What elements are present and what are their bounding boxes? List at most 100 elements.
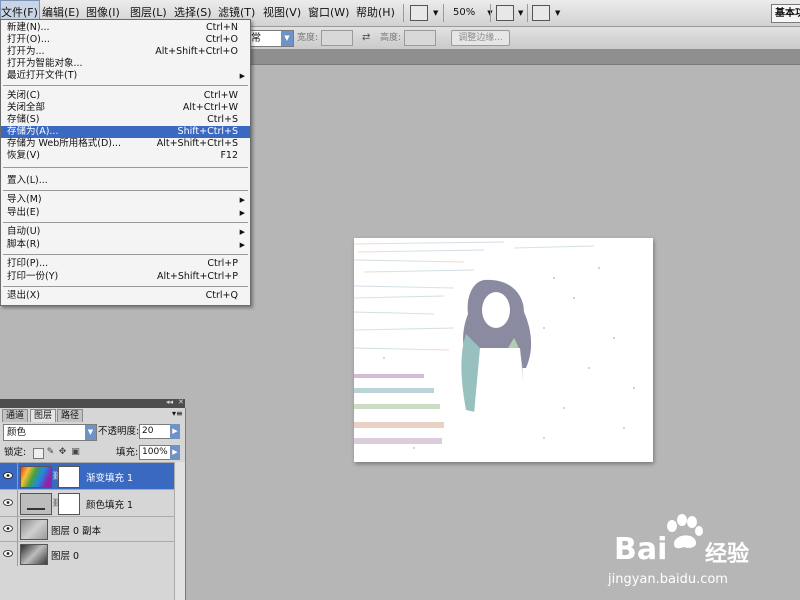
menu-item-print[interactable]: 打印(P)... Ctrl+P — [1, 258, 250, 270]
watermark-url: jingyan.baidu.com — [608, 572, 728, 587]
zoom-level[interactable]: 50%▼ — [453, 0, 493, 26]
menubar-separator — [403, 4, 404, 22]
document-canvas[interactable] — [354, 238, 653, 462]
arrange-documents-icon[interactable] — [496, 5, 514, 21]
visibility-toggle[interactable] — [0, 517, 18, 541]
visibility-toggle[interactable] — [0, 542, 18, 566]
height-label: 高度: — [380, 33, 402, 43]
panel-menu-icon[interactable]: ▾≡ — [172, 409, 183, 418]
menu-item-print-one-copy[interactable]: 打印一份(Y) Alt+Shift+Ctrl+P — [1, 271, 250, 283]
menu-item-exit[interactable]: 退出(X) Ctrl+Q — [1, 290, 250, 302]
eye-icon — [3, 525, 13, 532]
menubar-separator — [490, 4, 491, 22]
fill-label: 填充: — [116, 447, 139, 458]
lock-transparent-icon[interactable] — [33, 448, 44, 459]
close-icon[interactable]: ✕ — [178, 398, 184, 406]
lock-label: 锁定: — [4, 447, 27, 458]
chevron-down-icon[interactable]: ▼ — [433, 9, 438, 17]
layer-name: 渐变填充 1 — [86, 473, 134, 484]
menu-item-import[interactable]: 导入(M) ▶ — [1, 194, 250, 206]
menu-separator — [3, 222, 248, 223]
screen-mode-icon[interactable] — [532, 5, 550, 21]
menu-item-save-as[interactable]: 存储为(A)... Shift+Ctrl+S — [1, 126, 250, 138]
menu-item-open[interactable]: 打开(O)... Ctrl+O — [1, 34, 250, 46]
layer-name: 颜色填充 1 — [86, 500, 134, 511]
chevron-down-icon: ▼ — [281, 31, 293, 46]
lock-all-icon[interactable]: ▣ — [71, 448, 80, 457]
menu-item-new[interactable]: 新建(N)... Ctrl+N — [1, 22, 250, 34]
baidu-jingyan-watermark: Bai 经验 jingyan.baidu.com — [606, 514, 796, 598]
refine-edge-button[interactable]: 调整边缘... — [451, 30, 510, 46]
eye-icon — [3, 472, 13, 479]
workspace-switcher[interactable]: 基本功 — [771, 4, 800, 23]
tab-paths[interactable]: 路径 — [57, 409, 84, 422]
chevron-right-icon[interactable]: ▶ — [170, 445, 180, 460]
fill-field[interactable]: 100% ▶ — [139, 445, 180, 460]
watermark-brand: Bai — [614, 532, 668, 567]
width-field[interactable] — [321, 30, 353, 46]
menu-item-save[interactable]: 存储(S) Ctrl+S — [1, 114, 250, 126]
screen-mode-icon[interactable] — [410, 5, 428, 21]
layer-row-gradient-fill[interactable]: ⛓ 渐变填充 1 — [0, 462, 185, 489]
menu-item-export[interactable]: 导出(E) ▶ — [1, 207, 250, 219]
submenu-arrow-icon: ▶ — [239, 209, 245, 217]
layer-name: 图层 0 — [51, 551, 80, 562]
watermark-brand-cn: 经验 — [705, 542, 750, 567]
layers-scrollbar[interactable] — [174, 462, 185, 600]
menu-item-open-smart-object[interactable]: 打开为智能对象... — [1, 58, 250, 70]
move-lock-icon[interactable]: ✥ — [58, 448, 67, 457]
eye-icon — [3, 550, 13, 557]
menu-item-scripts[interactable]: 脚本(R) ▶ — [1, 239, 250, 251]
menubar-separator — [527, 4, 528, 22]
menu-item-place[interactable]: 置入(L)... — [1, 175, 250, 187]
submenu-arrow-icon: ▶ — [239, 196, 245, 204]
tab-layers[interactable]: 图层 — [30, 409, 57, 422]
submenu-arrow-icon: ▶ — [239, 72, 245, 80]
opacity-field[interactable]: 20 ▶ — [139, 424, 180, 439]
style-select[interactable]: 常 ▼ — [248, 30, 294, 47]
file-menu: 新建(N)... Ctrl+N 打开(O)... Ctrl+O 打开为... Alt+… — [0, 19, 251, 306]
eye-icon — [3, 499, 13, 506]
blend-mode-select[interactable]: 颜色 ▼ — [3, 424, 97, 441]
swap-icon[interactable]: ⇄ — [362, 30, 370, 46]
mask-thumbnail — [58, 493, 80, 515]
menu-item-automate[interactable]: 自动(U) ▶ — [1, 226, 250, 238]
chevron-right-icon[interactable]: ▶ — [170, 424, 180, 439]
menu-item-save-for-web[interactable]: 存储为 Web所用格式(D)... Alt+Shift+Ctrl+S — [1, 138, 250, 150]
color-fill-thumbnail — [20, 493, 52, 515]
menu-view[interactable]: 视图(V) — [263, 0, 301, 26]
chevron-down-icon: ▼ — [85, 425, 96, 440]
menu-separator — [3, 85, 248, 86]
menu-separator — [3, 190, 248, 191]
layers-panel: 通道 图层 路径 ▾≡ 颜色 ▼ 不透明度: 20 ▶ 锁定: ✎ ✥ ▣ 填充… — [0, 408, 186, 600]
menu-separator — [3, 286, 248, 287]
collapse-icon[interactable]: ◂◂ — [166, 398, 173, 406]
submenu-arrow-icon: ▶ — [239, 228, 245, 236]
layer-row-layer0[interactable]: 图层 0 — [0, 541, 185, 566]
chevron-down-icon[interactable]: ▼ — [518, 9, 523, 17]
visibility-toggle[interactable] — [0, 463, 18, 489]
menu-separator — [3, 254, 248, 255]
menu-item-close[interactable]: 关闭(C) Ctrl+W — [1, 90, 250, 102]
tab-channels[interactable]: 通道 — [2, 409, 29, 422]
menu-separator — [3, 167, 248, 168]
menu-item-revert[interactable]: 恢复(V) F12 — [1, 150, 250, 162]
photo-image — [354, 238, 653, 462]
brush-lock-icon[interactable]: ✎ — [46, 448, 55, 457]
width-label: 宽度: — [297, 33, 319, 43]
layer-thumbnail — [20, 544, 48, 565]
menu-help[interactable]: 帮助(H) — [356, 0, 395, 26]
chevron-down-icon[interactable]: ▼ — [555, 9, 560, 17]
menu-item-open-as[interactable]: 打开为... Alt+Shift+Ctrl+O — [1, 46, 250, 58]
menubar-separator — [443, 4, 444, 22]
height-field[interactable] — [404, 30, 436, 46]
visibility-toggle[interactable] — [0, 490, 18, 516]
menu-item-recent-files[interactable]: 最近打开文件(T) ▶ — [1, 70, 250, 82]
layer-row-color-fill[interactable]: ⛓ 颜色填充 1 — [0, 489, 185, 516]
menu-item-close-all[interactable]: 关闭全部 Alt+Ctrl+W — [1, 102, 250, 114]
layer-thumbnail — [20, 519, 48, 540]
opacity-label: 不透明度: — [98, 426, 140, 437]
layer-row-layer0-copy[interactable]: 图层 0 副本 — [0, 516, 185, 541]
submenu-arrow-icon: ▶ — [239, 241, 245, 249]
menu-window[interactable]: 窗口(W) — [308, 0, 349, 26]
